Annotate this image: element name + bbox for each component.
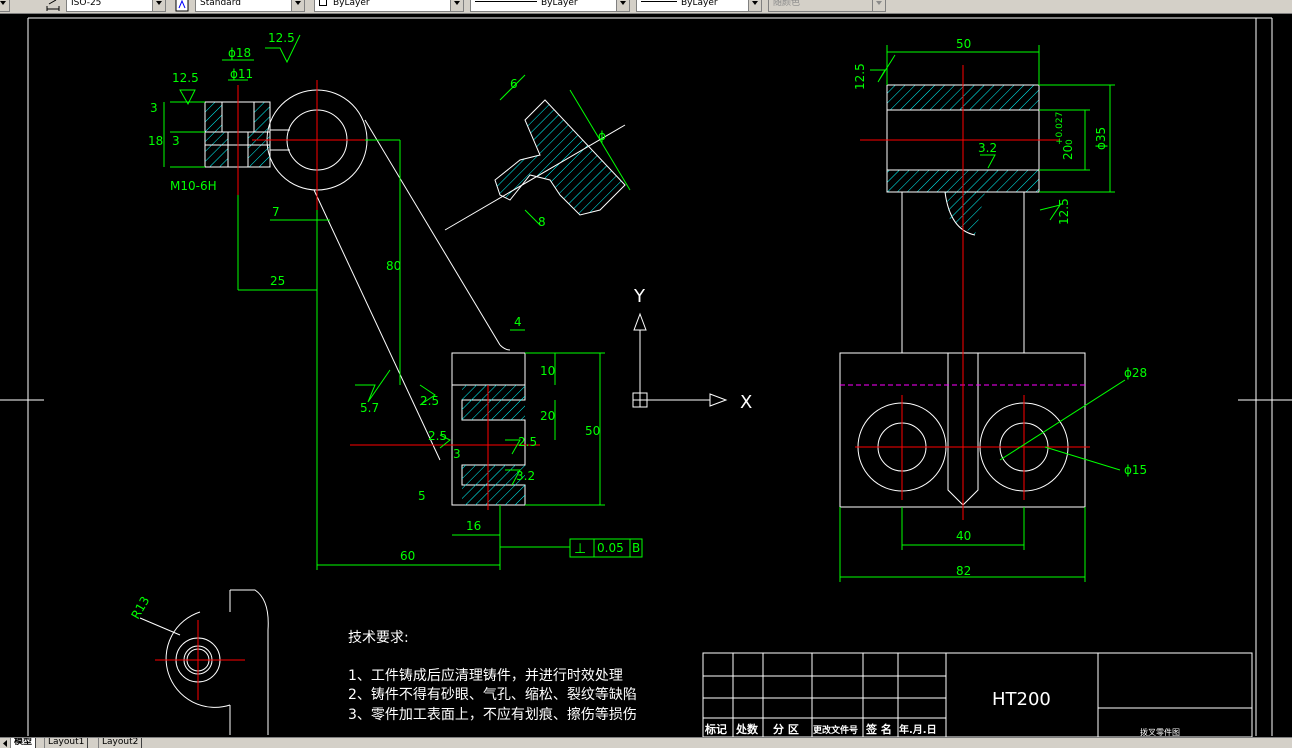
tab-model[interactable]: 模型 — [10, 738, 37, 748]
notes-item-3: 3、零件加工表面上，不应有划痕、擦伤等损伤 — [348, 706, 637, 723]
dim-60: 60 — [400, 549, 415, 563]
dim-3-bottom: 3 — [172, 134, 180, 148]
dim-phi18: ϕ18 — [228, 46, 251, 60]
lineweight-sample-icon — [641, 1, 677, 2]
title-material: HT200 — [992, 689, 1051, 710]
title-header-mark: 标记 — [704, 722, 727, 736]
side-dim-phi35: ϕ35 — [1094, 127, 1108, 150]
text-style-combo[interactable]: Standard — [195, 0, 305, 12]
side-dim-82: 82 — [956, 564, 971, 578]
dimension-style-value: ISO-25 — [71, 0, 102, 8]
dim-phi11: ϕ11 — [230, 67, 253, 81]
chevron-down-icon[interactable] — [616, 0, 629, 11]
detail-view: R13 — [128, 589, 269, 735]
dim-16: 16 — [466, 519, 481, 533]
side-tol-lower: 0 — [1065, 139, 1075, 145]
section-view: 6 8 ϕ — [444, 74, 631, 231]
drawing-svg[interactable]: ϕ18 ϕ11 12.5 12.5 3 18 3 M10-6H 7 25 80 … — [0, 15, 1292, 737]
notes-item-2: 2、铸件不得有砂眼、气孔、缩松、裂纹等缺陷 — [348, 686, 637, 703]
side-rough-12-5-top: 12.5 — [853, 63, 867, 90]
title-drawing-name: 拨叉零件图 — [1140, 727, 1180, 737]
title-header-count: 处数 — [735, 722, 759, 736]
dim-3-web: 3 — [453, 447, 461, 461]
tolerance-symbol: ⊥ — [574, 541, 586, 557]
side-tol-upper: +0.027 — [1055, 112, 1065, 145]
dim-6: 6 — [510, 77, 518, 91]
title-header-zone: 分 区 — [773, 722, 799, 736]
side-dim-20: 20 — [1061, 145, 1075, 160]
technical-notes: 技术要求: 1、工件铸成后应清理铸件，并进行时效处理 2、铸件不得有砂眼、气孔、… — [348, 630, 637, 723]
detail-radius: R13 — [128, 594, 152, 621]
prev-combo-stub[interactable] — [0, 0, 10, 12]
rough-2-5-c: 2.5 — [518, 435, 537, 449]
drawing-frame — [0, 17, 1292, 736]
tab-layout1[interactable]: Layout1 — [44, 738, 89, 748]
chevron-down-icon[interactable] — [0, 0, 9, 11]
dim-7: 7 — [272, 205, 280, 219]
side-dim-50: 50 — [956, 37, 971, 51]
front-view: ϕ18 ϕ11 12.5 12.5 3 18 3 M10-6H 7 25 80 … — [148, 31, 643, 570]
tolerance-datum: B — [632, 541, 640, 555]
layout-tab-bar: 模型 Layout1 Layout2 — [0, 737, 1292, 748]
dim-20: 20 — [540, 409, 555, 423]
rough-5-7: 5.7 — [360, 401, 379, 415]
rough-12-5-top: 12.5 — [268, 31, 295, 45]
notes-item-1: 1、工件铸成后应清理铸件，并进行时效处理 — [348, 667, 623, 684]
chevron-down-icon[interactable] — [291, 0, 304, 11]
color-value: ByLayer — [333, 0, 370, 8]
text-style-icon[interactable] — [175, 0, 189, 12]
lineweight-value: ByLayer — [681, 0, 718, 8]
side-rough-3-2: 3.2 — [978, 141, 997, 155]
tab-layout2[interactable]: Layout2 — [98, 738, 143, 748]
ucs-y-label: Y — [633, 286, 646, 307]
rough-2-5-b: 2.5 — [428, 429, 447, 443]
dim-50: 50 — [585, 424, 600, 438]
tolerance-value: 0.05 — [597, 541, 624, 555]
dimension-style-combo[interactable]: ISO-25 — [66, 0, 166, 12]
dim-18: 18 — [148, 134, 163, 148]
dimension-style-icon[interactable] — [46, 0, 60, 12]
ucs-icon — [632, 312, 728, 408]
chevron-down-icon[interactable] — [748, 0, 761, 11]
lineweight-combo[interactable]: ByLayer — [636, 0, 762, 12]
title-header-date: 年.月.日 — [899, 723, 937, 736]
title-block: HT200 标记 处数 分 区 更改文件号 签 名 年.月.日 拨叉零件图 — [702, 652, 1253, 737]
dim-phi-section: ϕ — [598, 129, 606, 143]
color-swatch-icon — [319, 0, 327, 6]
side-dim-phi28: ϕ28 — [1124, 366, 1147, 380]
text-style-value: Standard — [200, 0, 241, 8]
title-header-change: 更改文件号 — [813, 724, 858, 736]
side-view: 50 12.5 12.5 3.2 20 +0.027 0 ϕ35 ϕ28 ϕ15… — [839, 37, 1147, 582]
rough-2-5-a: 2.5 — [420, 394, 439, 408]
notes-title: 技术要求: — [348, 630, 409, 646]
side-rough-12-5-side: 12.5 — [1057, 198, 1071, 225]
model-space-canvas[interactable]: ϕ18 ϕ11 12.5 12.5 3 18 3 M10-6H 7 25 80 … — [0, 15, 1292, 737]
plot-style-combo[interactable]: 随颜色 — [768, 0, 886, 12]
title-header-sign: 签 名 — [865, 722, 892, 736]
side-dim-40: 40 — [956, 529, 971, 543]
dim-80: 80 — [386, 259, 401, 273]
dim-25: 25 — [270, 274, 285, 288]
thread-callout: M10-6H — [170, 179, 217, 193]
dim-4: 4 — [514, 315, 522, 329]
side-dim-phi15: ϕ15 — [1124, 463, 1147, 477]
chevron-down-icon[interactable] — [152, 0, 165, 11]
dim-8: 8 — [538, 215, 546, 229]
chevron-down-icon[interactable] — [450, 0, 463, 11]
plot-style-value: 随颜色 — [773, 0, 801, 8]
properties-toolbar: ISO-25 Standard ByLayer ByLayer ByLayer … — [0, 0, 1292, 14]
ucs-x-label: X — [740, 392, 752, 413]
rough-3-2: 3.2 — [516, 469, 535, 483]
dim-10: 10 — [540, 364, 555, 378]
dim-5: 5 — [418, 489, 426, 503]
linetype-value: ByLayer — [541, 0, 578, 8]
chevron-down-icon[interactable] — [872, 0, 885, 11]
tab-scroll-icon[interactable] — [0, 738, 10, 748]
linetype-sample-icon — [475, 1, 537, 2]
linetype-combo[interactable]: ByLayer — [470, 0, 630, 12]
color-combo[interactable]: ByLayer — [314, 0, 464, 12]
rough-12-5-left: 12.5 — [172, 71, 199, 85]
dim-3-top: 3 — [150, 101, 158, 115]
